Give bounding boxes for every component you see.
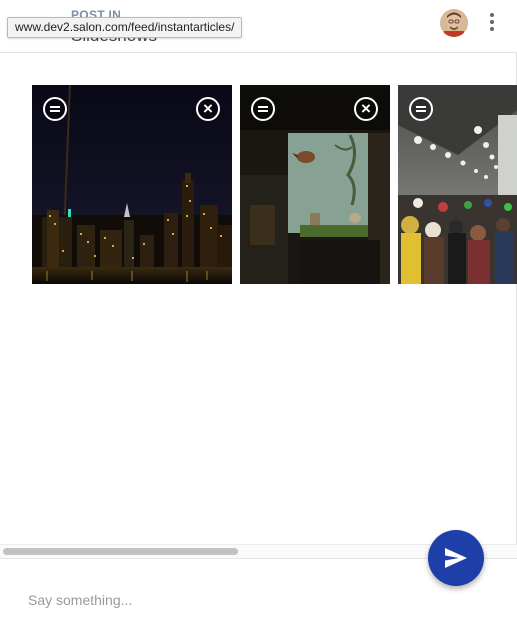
scrollbar-thumb[interactable] — [3, 548, 238, 555]
close-icon[interactable]: × — [354, 97, 378, 121]
photo-card-diorama[interactable]: × — [240, 85, 390, 284]
avatar[interactable] — [440, 9, 468, 37]
drag-handle-icon[interactable] — [251, 97, 275, 121]
drag-handle-icon[interactable] — [409, 97, 433, 121]
header: ← POST IN Slideshows www.dev2.salon.com/… — [0, 0, 517, 53]
send-icon — [445, 548, 467, 568]
more-vert-icon[interactable] — [482, 11, 502, 35]
drag-handle-icon[interactable] — [43, 97, 67, 121]
close-icon[interactable]: × — [196, 97, 220, 121]
photo-carousel: × × — [0, 53, 517, 544]
photo-card-skyline[interactable]: × — [32, 85, 232, 284]
photo-card-crowd[interactable] — [398, 85, 517, 284]
url-tooltip: www.dev2.salon.com/feed/instantarticles/ — [7, 17, 243, 38]
message-input[interactable] — [28, 589, 408, 611]
app-window: ← POST IN Slideshows www.dev2.salon.com/… — [0, 0, 517, 638]
send-button[interactable] — [428, 530, 484, 586]
